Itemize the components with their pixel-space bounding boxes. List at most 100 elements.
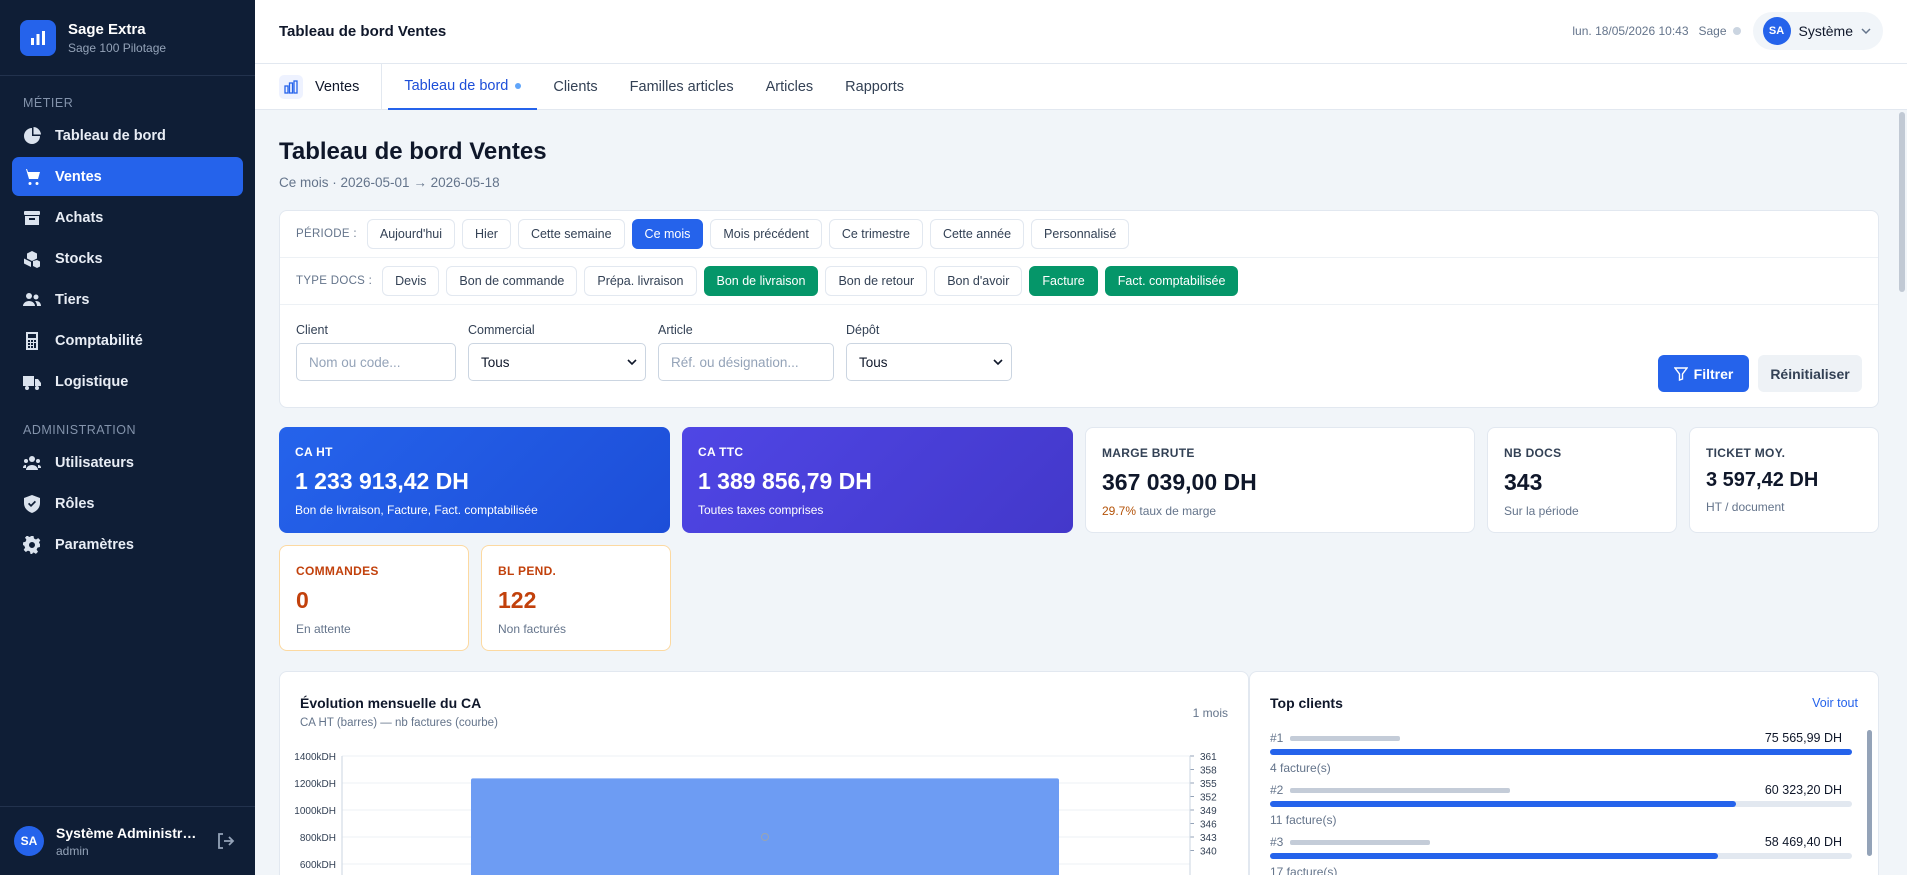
active-dot [515, 82, 522, 89]
tab-tableau-de-bord[interactable]: Tableau de bord [388, 64, 538, 110]
tab-label: Tableau de bord [404, 77, 509, 94]
tabs-bar: Ventes Tableau de bord Clients Familles … [255, 63, 1907, 110]
logout-icon[interactable] [215, 831, 235, 851]
filter-button-label: Filtrer [1693, 365, 1734, 382]
kpi-ca-ht: CA HT 1 233 913,42 DH Bon de livraison, … [279, 427, 670, 533]
doc-type-chip[interactable]: Bon d'avoir [934, 266, 1023, 296]
kpi-label: TICKET MOY. [1706, 446, 1786, 460]
kpi-ca-ttc: CA TTC 1 389 856,79 DH Toutes taxes comp… [682, 427, 1073, 533]
period-chip[interactable]: Ce trimestre [828, 219, 923, 249]
period-chip[interactable]: Cette année [929, 219, 1025, 249]
filter-button[interactable]: Filtrer [1658, 355, 1749, 392]
client-label: Client [296, 323, 328, 337]
page-title: Tableau de bord Ventes [279, 138, 547, 165]
doc-type-chip-selected[interactable]: Fact. comptabilisée [1104, 266, 1239, 296]
period-chip[interactable]: Hier [462, 219, 511, 249]
shield-icon [24, 494, 40, 513]
sidebar-item-tiers[interactable]: Tiers [12, 280, 243, 319]
scrollbar[interactable] [1867, 730, 1872, 856]
client-share-bar [1270, 801, 1736, 807]
sidebar-item-stocks[interactable]: Stocks [12, 239, 243, 278]
tab-rapports[interactable]: Rapports [829, 64, 920, 110]
sidebar-item-utilisateurs[interactable]: Utilisateurs [12, 443, 243, 482]
client-invoice-count: 11 facture(s) [1270, 813, 1337, 827]
ca-ht-bar [471, 778, 1059, 875]
y-right-tick-label: 352 [1200, 793, 1217, 804]
sidebar-item-ventes[interactable]: Ventes [12, 157, 243, 196]
module-name: Ventes [315, 78, 360, 95]
bar-chart-logo-icon [20, 19, 56, 56]
tab-familles-articles[interactable]: Familles articles [614, 64, 750, 110]
user-name: Système Administrat... [56, 824, 201, 841]
page-subtitle: Ce mois · 2026-05-01 → 2026-05-18 [279, 175, 500, 190]
doc-type-chip[interactable]: Bon de commande [446, 266, 578, 296]
kpi-commandes: COMMANDES 0 En attente [279, 545, 469, 651]
sidebar-item-parametres[interactable]: Paramètres [12, 525, 243, 564]
kpi-subtext: HT / document [1706, 500, 1785, 514]
tab-clients[interactable]: Clients [537, 64, 613, 110]
gear-icon [23, 535, 41, 554]
depot-label: Dépôt [846, 323, 880, 337]
period-chip-selected[interactable]: Ce mois [631, 219, 704, 249]
funnel-icon [1673, 366, 1688, 381]
kpi-ticket-moyen: TICKET MOY. 3 597,42 DH HT / document [1689, 427, 1879, 533]
period-chip[interactable]: Personnalisé [1031, 219, 1130, 249]
reset-button[interactable]: Réinitialiser [1758, 355, 1862, 392]
doc-type-chip-selected[interactable]: Facture [1029, 266, 1098, 296]
article-input[interactable]: Réf. ou désignation... [658, 343, 834, 381]
sidebar-item-achats[interactable]: Achats [12, 198, 243, 237]
top-clients-card: Top clients Voir tout #1 75 565,99 DH 4 … [1249, 671, 1879, 875]
period-chip[interactable]: Mois précédent [710, 219, 822, 249]
sidebar-item-label: Paramètres [55, 536, 134, 553]
doc-type-chip[interactable]: Prépa. livraison [584, 266, 697, 296]
avatar: SA [1762, 17, 1791, 45]
client-rank: #2 [1270, 783, 1284, 797]
status-dot [1732, 27, 1741, 35]
client-input[interactable]: Nom ou code... [296, 343, 456, 381]
doc-type-chip[interactable]: Devis [382, 266, 440, 296]
y-right-tick-label: 346 [1200, 820, 1217, 831]
y-left-tick-label: 1000kDH [294, 806, 336, 817]
see-all-link[interactable]: Voir tout [1812, 696, 1858, 710]
scrollbar-thumb[interactable] [1899, 112, 1905, 292]
sidebar-item-roles[interactable]: Rôles [12, 484, 243, 523]
commercial-value: Tous [481, 354, 510, 370]
y-right-tick-label: 361 [1200, 752, 1217, 763]
sidebar-item-label: Comptabilité [55, 332, 143, 349]
calculator-icon [26, 331, 38, 350]
y-right-tick-label: 355 [1200, 779, 1217, 790]
sidebar-item-comptabilite[interactable]: Comptabilité [12, 321, 243, 360]
y-right-tick-label: 343 [1200, 833, 1217, 844]
sidebar-item-label: Stocks [55, 250, 103, 267]
period-chip[interactable]: Aujourd'hui [366, 219, 456, 249]
sidebar-item-logistique[interactable]: Logistique [12, 362, 243, 401]
kpi-nb-docs: NB DOCS 343 Sur la période [1487, 427, 1677, 533]
brand[interactable]: Sage Extra Sage 100 Pilotage [0, 0, 255, 76]
kpi-subtext: Toutes taxes comprises [698, 503, 824, 517]
avatar: SA [14, 826, 44, 856]
period-chip[interactable]: Cette semaine [517, 219, 625, 249]
doc-type-chip[interactable]: Bon de retour [825, 266, 928, 296]
commercial-select[interactable]: Tous [468, 343, 646, 381]
depot-value: Tous [859, 354, 888, 370]
margin-rate-label: taux de marge [1139, 504, 1217, 518]
filters-panel: PÉRIODE : Aujourd'hui Hier Cette semaine… [279, 210, 1879, 408]
client-share-track [1270, 801, 1852, 807]
kpi-subtext: Non facturés [498, 622, 567, 636]
depot-select[interactable]: Tous [846, 343, 1012, 381]
period-row: PÉRIODE : Aujourd'hui Hier Cette semaine… [280, 211, 1878, 258]
evolution-chart: 1400kDH 1200kDH 1000kDH 800kDH 600kDH 361 358 3… [294, 752, 1217, 875]
article-filter: Article Réf. ou désignation... [658, 323, 834, 381]
user-menu[interactable]: SA Système [1752, 12, 1883, 50]
page-scrollbar[interactable] [1897, 110, 1907, 875]
pie-chart-icon [24, 126, 41, 144]
top-clients-title: Top clients [1270, 695, 1343, 711]
client-amount: 75 565,99 DH [1764, 731, 1842, 745]
sidebar-item-tableau-de-bord[interactable]: Tableau de bord [12, 116, 243, 155]
tab-articles[interactable]: Articles [750, 64, 830, 110]
commercial-label: Commercial [468, 323, 535, 337]
depot-filter: Dépôt Tous [846, 323, 1012, 381]
doc-type-chip-selected[interactable]: Bon de livraison [703, 266, 819, 296]
client-rank: #1 [1270, 731, 1284, 745]
kpi-label: MARGE BRUTE [1102, 446, 1195, 460]
